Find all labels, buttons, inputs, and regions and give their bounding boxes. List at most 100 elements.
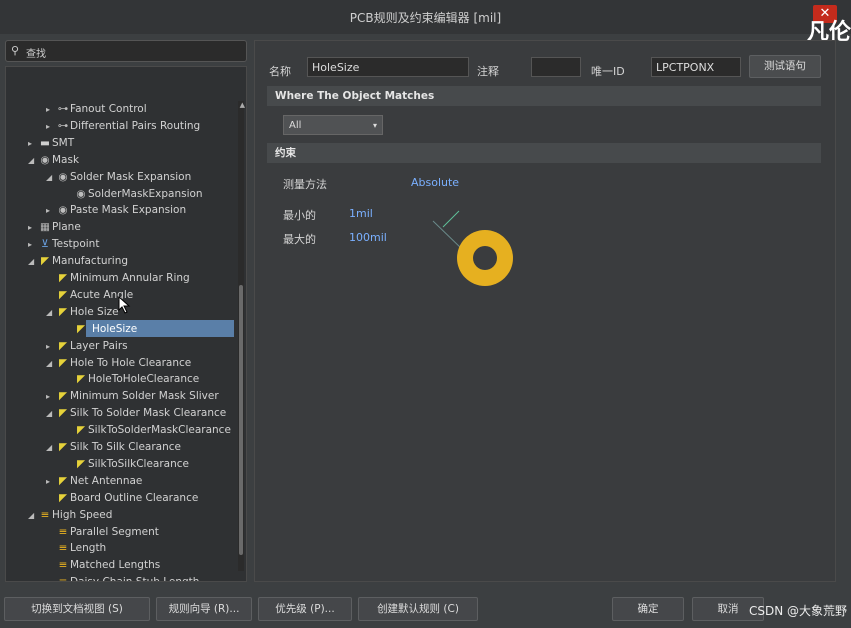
uid-field[interactable]: LPCTPONX [651, 57, 741, 77]
rule-icon: ◤ [58, 356, 68, 369]
expand-toggle-icon[interactable]: ▸ [46, 202, 56, 219]
tree-item-label: SilkToSolderMaskClearance [88, 424, 231, 437]
tree-item-label: Length [70, 542, 107, 555]
tree-item[interactable]: ▸ ⊻ Testpoint [28, 236, 99, 253]
rule-icon: ◤ [58, 288, 68, 301]
tree-item[interactable]: ▸ ◤ Layer Pairs [46, 338, 128, 355]
rule-icon: ◤ [58, 491, 68, 504]
test-query-button[interactable]: 测试语句 [749, 55, 821, 78]
search-input[interactable]: ⚲ 查找 [5, 40, 247, 62]
tree-item[interactable]: ≡ Length [46, 540, 107, 557]
tree-item-label: HoleToHoleClearance [88, 373, 200, 386]
rule-icon: ◤ [58, 407, 68, 420]
tree-item[interactable]: ◢ ◉ Mask [28, 152, 79, 169]
plane-icon: ▦ [40, 221, 50, 234]
tree-item[interactable]: ≡ Matched Lengths [46, 557, 161, 574]
expand-toggle-icon[interactable]: ◢ [28, 253, 38, 270]
ok-button[interactable]: 确定 [612, 597, 684, 621]
tree-item-label: Silk To Solder Mask Clearance [70, 407, 227, 420]
switch-doc-view-button[interactable]: 切换到文档视图 (S) [4, 597, 150, 621]
tree-item[interactable]: ▸ ⊶ Fanout Control [46, 101, 147, 118]
tree-item-label: Parallel Segment [70, 525, 159, 538]
expand-toggle-icon[interactable]: ▸ [46, 118, 56, 135]
expand-toggle-icon[interactable]: ◢ [46, 169, 56, 186]
tree-item[interactable]: ◤ Board Outline Clearance [46, 490, 198, 507]
tree-item-label: Board Outline Clearance [70, 491, 199, 504]
tree-item-label: Daisy Chain Stub Length [70, 576, 199, 581]
tree-item[interactable]: ◢ ◉ Solder Mask Expansion [46, 169, 191, 186]
measure-method-label: 测量方法 [283, 178, 327, 191]
tree-scroll-thumb[interactable] [239, 285, 243, 555]
tree-item[interactable]: ◤ SilkToSolderMaskClearance [64, 422, 231, 439]
tree-item[interactable]: ◢ ◤ Silk To Solder Mask Clearance [46, 405, 226, 422]
expand-toggle-icon[interactable]: ◢ [46, 304, 56, 321]
expand-toggle-icon[interactable]: ▸ [46, 101, 56, 118]
expand-toggle-icon[interactable]: ◢ [46, 355, 56, 372]
expand-toggle-icon[interactable]: ▸ [28, 135, 38, 152]
tree-item-label: Solder Mask Expansion [70, 170, 192, 183]
rule-icon: ◤ [58, 272, 68, 284]
tree-item[interactable]: ◤ HoleSize [64, 321, 142, 338]
constraints-header: 约束 [267, 143, 821, 163]
max-value[interactable]: 100mil [349, 231, 387, 244]
tree-item[interactable]: ◢ ◤ Silk To Silk Clearance [46, 439, 181, 456]
tree-item[interactable]: ▸ ▦ Plane [28, 219, 81, 236]
measure-method-value[interactable]: Absolute [411, 176, 459, 189]
rule-icon: ◤ [76, 322, 86, 335]
name-field[interactable]: HoleSize [307, 57, 469, 77]
dimension-arrow [442, 210, 460, 228]
tree-item[interactable]: ▸ ◤ Net Antennae [46, 473, 142, 490]
highspeed-icon: ≡ [58, 559, 68, 572]
min-label: 最小的 [283, 209, 316, 222]
tree-item[interactable]: ▸ ▬ SMT [28, 135, 74, 152]
chevron-down-icon: ▾ [372, 121, 377, 130]
rule-icon: ◤ [58, 339, 68, 352]
tree-item[interactable]: ▸ ◤ Minimum Solder Mask Sliver [46, 388, 219, 405]
rule-icon: ◤ [76, 424, 86, 437]
expand-toggle-icon[interactable]: ◢ [28, 152, 38, 169]
tree-item-label: Minimum Annular Ring [70, 272, 190, 284]
object-match-dropdown[interactable]: All ▾ [283, 115, 383, 135]
expand-toggle-icon[interactable]: ▸ [46, 338, 56, 355]
tree-item-label: Plane [52, 221, 81, 234]
tree-item[interactable]: ◤ Minimum Annular Ring [46, 270, 190, 287]
priority-button[interactable]: 优先级 (P)... [258, 597, 352, 621]
mask-icon: ◉ [58, 170, 68, 183]
expand-toggle-icon[interactable]: ◢ [46, 439, 56, 456]
expand-toggle-icon[interactable]: ▸ [46, 473, 56, 490]
tree-item-label: Mask [52, 153, 80, 166]
tree-item-label: Matched Lengths [70, 559, 161, 572]
fanout-icon: ⊶ [57, 103, 69, 115]
expand-toggle-icon[interactable]: ◢ [28, 507, 38, 524]
tree-item[interactable]: ◤ HoleToHoleClearance [64, 371, 199, 388]
rule-icon: ◤ [58, 441, 68, 453]
expand-toggle-icon[interactable]: ▸ [28, 219, 38, 236]
expand-toggle-icon[interactable]: ▸ [46, 388, 56, 405]
tree-item[interactable]: ◤ SilkToSilkClearance [64, 456, 189, 473]
create-default-rules-button[interactable]: 创建默认规则 (C) [358, 597, 478, 621]
search-icon: ⚲ [11, 44, 20, 57]
rule-icon: ◤ [76, 373, 86, 386]
uid-label: 唯一ID [591, 65, 625, 78]
comment-field[interactable] [531, 57, 581, 77]
tree-item-label: Net Antennae [70, 474, 143, 487]
mask-icon: ◉ [58, 204, 68, 217]
mouse-cursor-icon [118, 296, 131, 314]
tree-item[interactable]: ▸ ◉ Paste Mask Expansion [46, 202, 186, 219]
min-value[interactable]: 1mil [349, 207, 373, 220]
tree-item[interactable]: ≡ Parallel Segment [46, 524, 159, 541]
expand-toggle-icon[interactable]: ◢ [46, 405, 56, 422]
tree-item-label: Testpoint [52, 238, 100, 251]
tree-item[interactable]: ◢ ◤ Hole To Hole Clearance [46, 355, 191, 372]
tree-item[interactable]: ◢ ◤ Hole Size [46, 304, 119, 321]
tree-item[interactable]: ◢ ≡ High Speed [28, 507, 112, 524]
tree-item[interactable]: ≡Daisy Chain Stub Length [46, 574, 200, 581]
tree-item[interactable]: ◉ SolderMaskExpansion [64, 186, 202, 203]
tree-item[interactable]: ▸ ⊶ Differential Pairs Routing [46, 118, 200, 135]
scroll-up-icon[interactable]: ▲ [240, 101, 245, 109]
tree-item[interactable]: ◢ ◤ Manufacturing [28, 253, 128, 270]
rule-wizard-button[interactable]: 规则向导 (R)... [156, 597, 252, 621]
expand-toggle-icon[interactable]: ▸ [28, 236, 38, 253]
rule-icon: ◤ [58, 390, 68, 403]
rule-icon: ◤ [58, 305, 68, 318]
